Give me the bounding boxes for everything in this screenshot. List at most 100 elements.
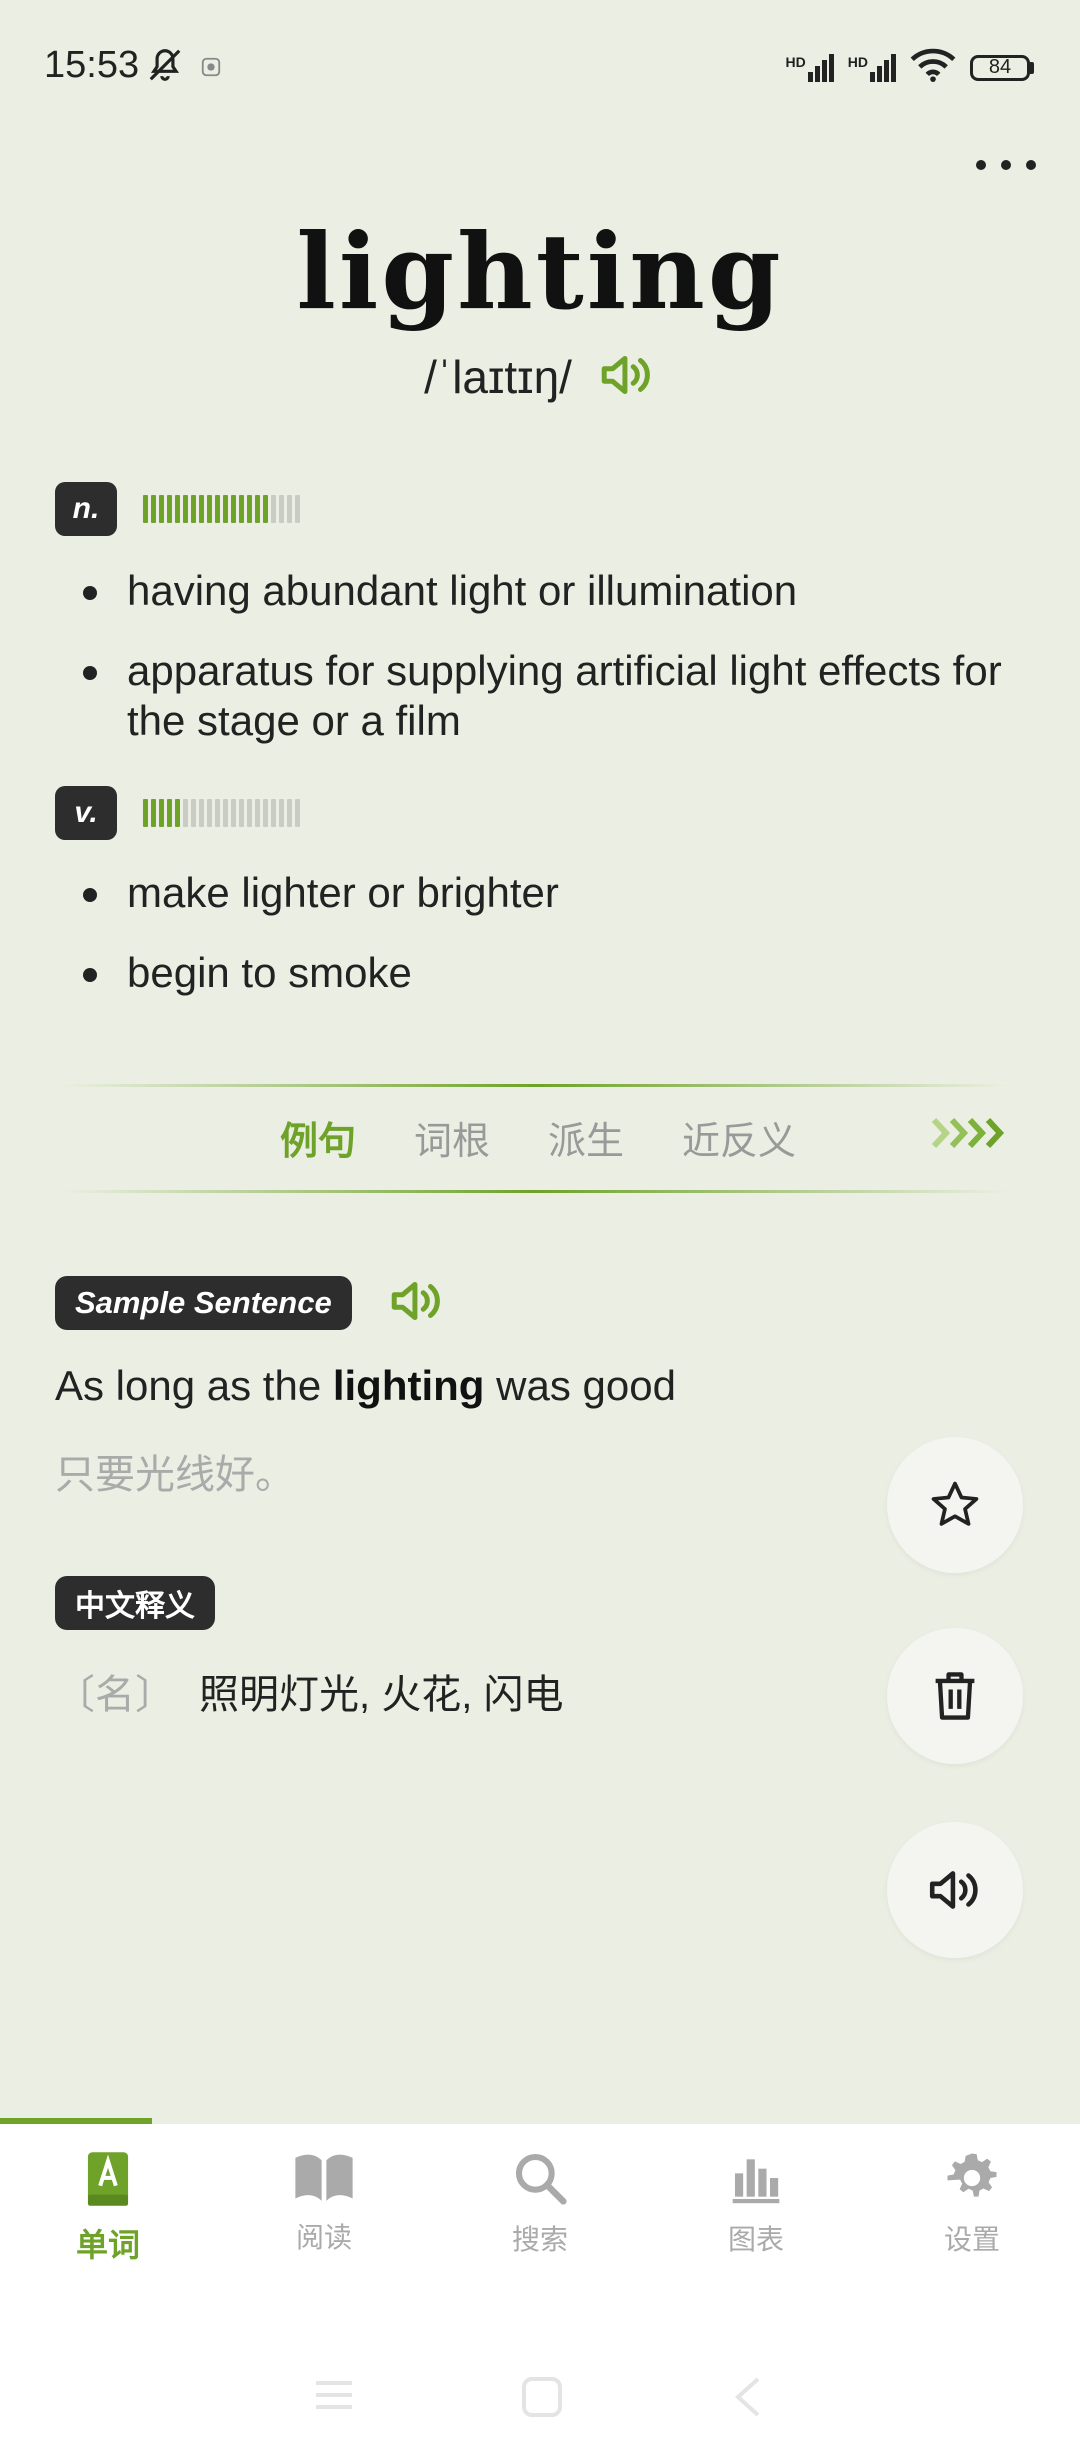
play-audio-button[interactable]	[887, 1822, 1023, 1958]
frequency-tick	[183, 799, 188, 827]
speaker-icon	[929, 1871, 978, 1909]
frequency-tick	[239, 495, 244, 523]
home-icon[interactable]	[520, 2375, 564, 2424]
chinese-meaning-header: 中文释义	[55, 1576, 215, 1630]
frequency-tick	[231, 495, 236, 523]
nav-items: 单词 阅读 搜索 图表 设置	[0, 2150, 1080, 2266]
tab-derivatives[interactable]: 派生	[548, 1110, 624, 1165]
frequency-tick	[207, 799, 212, 827]
status-time: 15:53	[44, 44, 140, 86]
frequency-tick	[255, 799, 260, 827]
tab-roots[interactable]: 词根	[414, 1110, 490, 1165]
back-icon[interactable]	[728, 2375, 768, 2424]
chinese-meaning-label: 中文释义	[55, 1576, 215, 1630]
frequency-tick	[207, 495, 212, 523]
tab-synonyms[interactable]: 近反义	[682, 1110, 796, 1165]
pos-tag: v.	[55, 786, 117, 840]
tabs-divider-top	[60, 1084, 1010, 1087]
frequency-tick	[247, 799, 252, 827]
gear-icon	[947, 2153, 997, 2197]
definition-item: make lighter or brighter	[55, 868, 1015, 918]
frequency-tick	[143, 495, 148, 523]
frequency-tick	[199, 495, 204, 523]
pronounce-speaker-icon[interactable]	[598, 352, 656, 403]
favorite-button[interactable]	[887, 1437, 1023, 1573]
notification-icon	[200, 56, 222, 83]
status-icons: HD HD 84	[786, 48, 1034, 87]
verb-definitions: make lighter or brighter begin to smoke	[55, 868, 1015, 1028]
recent-apps-icon[interactable]	[312, 2375, 356, 2424]
chinese-meaning-row: 〔名〕 照明灯光, 火花, 闪电	[55, 1662, 563, 1720]
chinese-pos: 〔名〕	[55, 1673, 175, 1717]
frequency-tick	[167, 799, 172, 827]
sample-speaker-icon[interactable]	[388, 1278, 446, 1329]
phonetic: /ˈlaɪtɪŋ/	[424, 351, 572, 403]
frequency-tick	[263, 495, 268, 523]
frequency-tick	[183, 495, 188, 523]
trash-icon	[935, 1672, 975, 1720]
sentence-highlight: lighting	[332, 1362, 485, 1409]
system-navigation	[0, 2375, 1080, 2424]
frequency-bar	[143, 799, 300, 827]
frequency-tick	[287, 495, 292, 523]
delete-button[interactable]	[887, 1628, 1023, 1764]
sample-header: Sample Sentence	[55, 1276, 446, 1330]
frequency-tick	[151, 495, 156, 523]
frequency-tick	[215, 495, 220, 523]
definition-item: having abundant light or illumination	[55, 566, 1015, 616]
nav-item-charts[interactable]: 图表	[648, 2150, 864, 2266]
chinese-meaning: 照明灯光, 火花, 闪电	[199, 1673, 564, 1717]
signal-icon: HD	[848, 53, 896, 82]
frequency-tick	[287, 799, 292, 827]
nav-item-settings[interactable]: 设置	[864, 2150, 1080, 2266]
sample-sentence: As long as the lighting was good	[55, 1362, 676, 1409]
frequency-tick	[295, 495, 300, 523]
noun-definitions: having abundant light or illumination ap…	[55, 566, 1015, 776]
mute-icon	[146, 46, 184, 89]
frequency-tick	[271, 495, 276, 523]
frequency-tick	[167, 495, 172, 523]
frequency-tick	[159, 799, 164, 827]
tab-examples[interactable]: 例句	[280, 1110, 356, 1165]
frequency-tick	[295, 799, 300, 827]
sample-sentence-label: Sample Sentence	[55, 1276, 352, 1330]
frequency-tick	[143, 799, 148, 827]
frequency-tick	[215, 799, 220, 827]
sample-translation: 只要光线好。	[55, 1453, 295, 1497]
frequency-tick	[191, 495, 196, 523]
frequency-tick	[263, 799, 268, 827]
frequency-tick	[279, 495, 284, 523]
frequency-tick	[175, 495, 180, 523]
frequency-bar	[143, 495, 300, 523]
sense-noun-header: n.	[55, 482, 300, 536]
definition-item: apparatus for supplying artificial light…	[55, 646, 1015, 746]
more-options-button[interactable]	[976, 150, 1036, 180]
frequency-tick	[199, 799, 204, 827]
frequency-tick	[191, 799, 196, 827]
nav-active-indicator	[0, 2118, 152, 2124]
frequency-tick	[247, 495, 252, 523]
more-tabs-chevron-icon[interactable]	[930, 1116, 1008, 1155]
bar-chart-icon	[732, 2159, 780, 2204]
frequency-tick	[255, 495, 260, 523]
nav-item-search[interactable]: 搜索	[432, 2150, 648, 2266]
frequency-tick	[223, 495, 228, 523]
definition-item: begin to smoke	[55, 948, 1015, 998]
pos-tag: n.	[55, 482, 117, 536]
frequency-tick	[279, 799, 284, 827]
phonetic-row: /ˈlaɪtɪŋ/	[0, 350, 1080, 404]
open-book-icon	[295, 2154, 353, 2201]
frequency-tick	[175, 799, 180, 827]
signal-icon: HD	[786, 53, 834, 82]
nav-item-reading[interactable]: 阅读	[216, 2150, 432, 2266]
nav-item-words[interactable]: 单词	[0, 2150, 216, 2266]
frequency-tick	[223, 799, 228, 827]
frequency-tick	[159, 495, 164, 523]
wifi-icon	[910, 48, 956, 87]
star-icon	[931, 1481, 979, 1526]
frequency-tick	[271, 799, 276, 827]
frequency-tick	[231, 799, 236, 827]
search-icon	[515, 2153, 567, 2205]
sense-verb-header: v.	[55, 786, 300, 840]
battery-icon: 84	[970, 54, 1034, 81]
